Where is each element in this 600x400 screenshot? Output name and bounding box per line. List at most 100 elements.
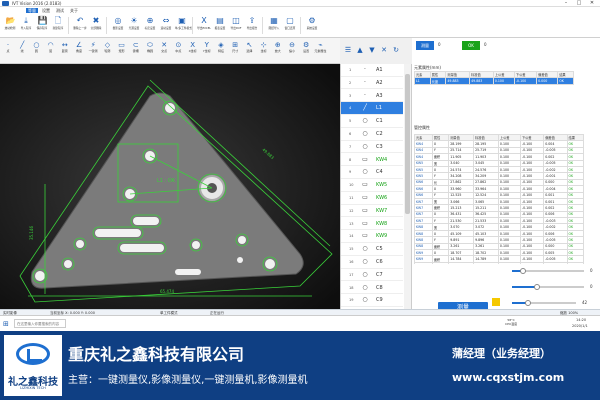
tool-button-9[interactable]: ⊂ 键槽 [130, 40, 142, 58]
tool-button-label: 圆 [34, 49, 38, 53]
camera-icon: ◎ [114, 16, 122, 25]
feature-list-item[interactable]: 5 ○ C1 [341, 115, 403, 128]
new-file-icon: 🗋 [54, 16, 62, 25]
tool-button-0[interactable]: · 点 [2, 40, 14, 58]
maximize-button[interactable]: □ [573, 0, 585, 7]
feature-type-icon: ○ [362, 142, 368, 150]
ribbon-button-5[interactable]: ✖ 全部删除 [88, 15, 104, 37]
feature-list-item[interactable]: 4 ╱ L1 [341, 102, 403, 115]
minimize-button[interactable]: – [560, 0, 572, 7]
tool-button-2[interactable]: ○ 圆 [30, 40, 42, 58]
contact-person: 蒲经理（业务经理） [452, 347, 551, 360]
company-logo-icon [16, 343, 50, 365]
tool-button-21[interactable]: ⚙ 设置 [300, 40, 312, 58]
move-up-icon[interactable]: ▲ [355, 46, 365, 56]
feature-list-item[interactable]: 7 ○ C3 [341, 141, 403, 154]
feature-list-item[interactable]: 12 ▭ KW7 [341, 205, 403, 218]
refresh-icon[interactable]: ↻ [391, 46, 401, 56]
feature-list-item[interactable]: 13 ▭ KW8 [341, 218, 403, 231]
close-button[interactable]: ✕ [586, 0, 598, 7]
ribbon-button-13[interactable]: ◫ 导出DXF [228, 15, 244, 37]
feature-list-item[interactable]: 10 ▭ KW5 [341, 179, 403, 192]
tool-button-20[interactable]: ⊖ 缩小 [286, 40, 298, 58]
ribbon-button-14[interactable]: ⇪ 导出报告 [244, 15, 260, 37]
ribbon-button-6[interactable]: ◎ 摄影设置 [110, 15, 126, 37]
ribbon-button-17[interactable]: ⚙ 系统设置 [304, 15, 320, 37]
windows-start-icon[interactable]: ⊞ [3, 320, 9, 328]
tool-button-11[interactable]: ✕ 交点 [158, 40, 170, 58]
feature-list-item[interactable]: 2 · A2 [341, 77, 403, 90]
ribbon-button-0[interactable]: 📂 放动检测 [2, 15, 18, 37]
tool-button-22[interactable]: ⌁ 元素属性 [314, 40, 326, 58]
hole-a1 [165, 103, 175, 113]
ribbon-button-7[interactable]: ☀ 光源设置 [126, 15, 142, 37]
tool-button-15[interactable]: ◈ 特征 [215, 40, 227, 58]
tool-button-16[interactable]: ⊞ 尺寸 [229, 40, 241, 58]
slider-handle-3[interactable] [525, 300, 531, 306]
ribbon-button-8[interactable]: ⊕ 标定设置 [142, 15, 158, 37]
feature-name: C4 [376, 169, 383, 176]
tool-button-12[interactable]: ⊙ 中点 [172, 40, 184, 58]
ribbon-button-12[interactable]: ▤ 报表设置 [212, 15, 228, 37]
slider-handle-2[interactable] [534, 284, 541, 290]
ribbon-button-10[interactable]: ▣ 单/多工件模式 [174, 15, 192, 37]
feature-list-item[interactable]: 18 ○ C8 [341, 282, 403, 295]
ribbon-button-4[interactable]: ↶ 删除上一步 [72, 15, 88, 37]
tool-button-19[interactable]: ⊕ 放大 [272, 40, 284, 58]
image-canvas[interactable]: L1 : OK 49.883 35.146 65.474 [0, 64, 340, 309]
feature-list-item[interactable]: 15 ○ C5 [341, 243, 403, 256]
slider-value-1: 0 [590, 268, 593, 273]
ribbon-button-9[interactable]: ⇔ 运动设置 [158, 15, 174, 37]
tool-button-label: 选择 [246, 49, 253, 53]
table-row[interactable]: L1 长度 49.883 49.883 0.100 -0.100 0.000 OK [414, 77, 574, 85]
feature-list-item[interactable]: 9 ○ C4 [341, 166, 403, 179]
measure-count-value: 0 [438, 42, 441, 47]
menu-settings[interactable]: 设置 [40, 8, 52, 13]
feature-list-item[interactable]: 14 ▭ KW9 [341, 230, 403, 243]
tool-button-1[interactable]: ╱ 线 [16, 40, 28, 58]
ribbon-button-3[interactable]: 🗋 新建程序 [50, 15, 66, 37]
tool-button-13[interactable]: X X坐标 [187, 40, 199, 58]
feature-list-item[interactable]: 19 ○ C9 [341, 294, 403, 307]
ribbon-button-1[interactable]: ⤓ 导入程序 [18, 15, 34, 37]
feature-index: 9 [349, 170, 352, 175]
tool-button-4[interactable]: ↔ 距离 [59, 40, 71, 58]
workpiece-icon: ▣ [178, 16, 186, 25]
ribbon-button-label: 删除上一步 [73, 26, 87, 30]
scroll-thumb[interactable] [405, 74, 410, 214]
feature-type-icon: ▭ [362, 194, 368, 201]
feature-list-item[interactable]: 17 ○ C7 [341, 269, 403, 282]
feature-list-item[interactable]: 16 ○ C6 [341, 256, 403, 269]
tool-button-5[interactable]: ∠ 角度 [73, 40, 85, 58]
feature-list-item[interactable]: 6 ○ C2 [341, 128, 403, 141]
tool-button-14[interactable]: Y Y坐标 [201, 40, 213, 58]
move-down-icon[interactable]: ▼ [367, 46, 377, 56]
menu-measure[interactable]: 等量 [26, 8, 38, 13]
ribbon-button-11[interactable]: X 导出EXCEL [196, 15, 212, 37]
menu-test[interactable]: 测试 [54, 8, 66, 13]
tool-button-7[interactable]: ◇ 轮廓 [101, 40, 113, 58]
tool-button-3[interactable]: ◠ 弧 [45, 40, 57, 58]
delete-icon[interactable]: ✕ [379, 46, 389, 56]
tool-button-8[interactable]: ▭ 矩形 [116, 40, 128, 58]
feature-list-item[interactable]: 11 ▭ KW6 [341, 192, 403, 205]
ribbon-button-2[interactable]: 💾 保存程序 [34, 15, 50, 37]
tool-button-6[interactable]: ⚡ 一键测 [87, 40, 99, 58]
ribbon-button-16[interactable]: ▢ 窗口还原 [282, 15, 298, 37]
slider-handle-1[interactable] [519, 268, 526, 274]
menu-about[interactable]: 关于 [68, 8, 80, 13]
tool-button-label: X坐标 [188, 49, 197, 53]
company-url[interactable]: www.cqxstjm.com [452, 371, 564, 384]
list-icon[interactable]: ☰ [343, 46, 353, 56]
tool-button-18[interactable]: ⊹ 坐标 [258, 40, 270, 58]
tool-button-10[interactable]: ⬭ 椭圆 [144, 40, 156, 58]
feature-list-item[interactable]: 3 · A3 [341, 90, 403, 103]
tool-button-17[interactable]: ↖ 选择 [243, 40, 255, 58]
feature-list-scrollbar[interactable] [404, 64, 411, 309]
slot-kw7 [175, 269, 201, 275]
taskbar-search-input[interactable]: 在这里输入你要搜索的内容 [14, 319, 66, 328]
feature-list-item[interactable]: 1 · A1 [341, 64, 403, 77]
ribbon-button-15[interactable]: ▦ 图纸导入 [266, 15, 282, 37]
settings-icon: ⚙ [308, 16, 316, 25]
feature-list-item[interactable]: 8 ▭ KW4 [341, 154, 403, 167]
